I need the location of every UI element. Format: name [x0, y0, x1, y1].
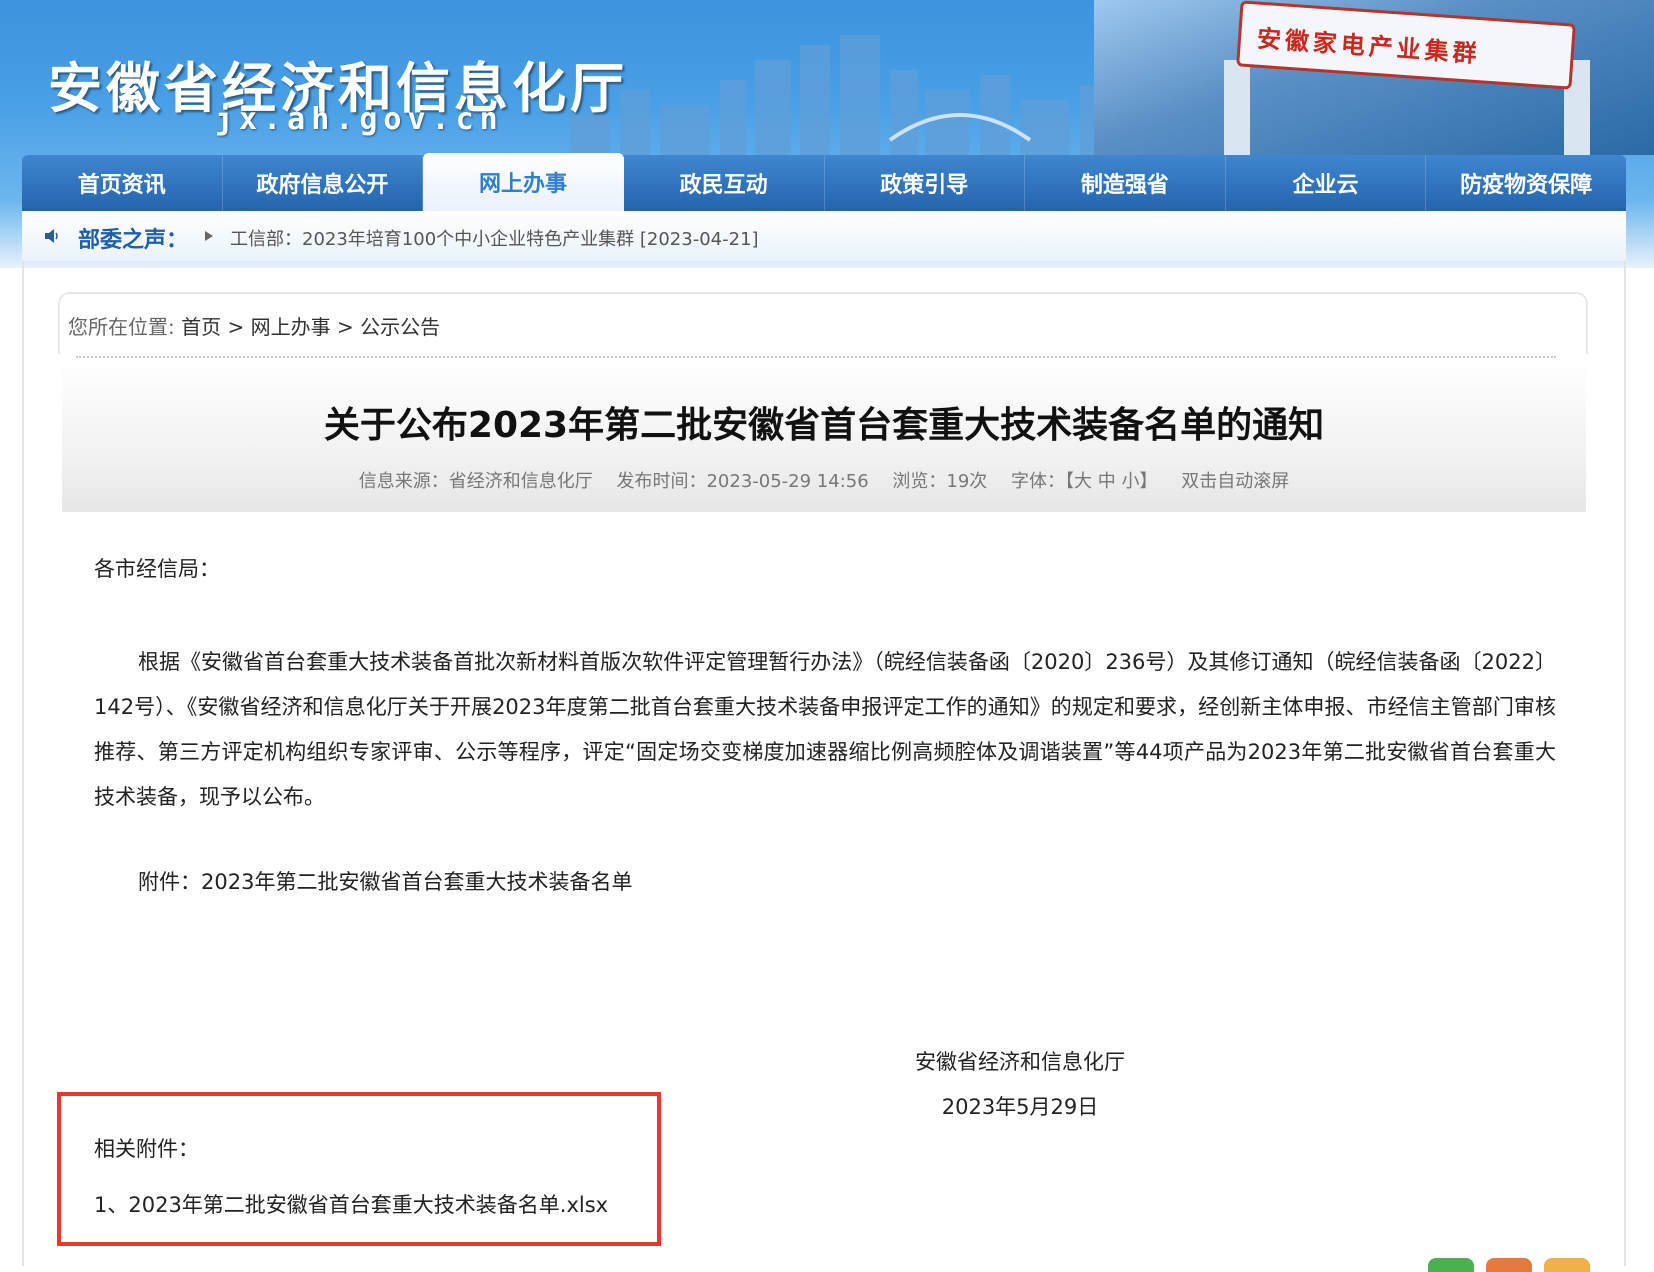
meta-views: 浏览：19次 [892, 471, 988, 492]
breadcrumb-separator: > [227, 315, 245, 339]
news-ticker: 部委之声： 工信部：2023年培育100个中小企业特色产业集群 [2023-04… [22, 211, 1626, 261]
triangle-right-icon [205, 231, 213, 241]
article-title: 关于公布2023年第二批安徽省首台套重大技术装备名单的通知 [323, 405, 1325, 446]
article-meta: 信息来源：省经济和信息化厅 发布时间：2023-05-29 14:56 浏览：1… [62, 467, 1586, 493]
page-border-right [1624, 261, 1626, 1266]
nav-item-home-news[interactable]: 首页资讯 [22, 155, 223, 211]
font-bracket-open: 【 [1065, 471, 1075, 492]
article-salutation: 各市经信局： [94, 557, 220, 581]
floating-widget-button[interactable] [1428, 1258, 1474, 1272]
breadcrumb-separator: > [336, 315, 354, 339]
breadcrumb-home[interactable]: 首页 [181, 315, 221, 339]
article-attachment-note: 附件：2023年第二批安徽省首台套重大技术装备名单 [138, 870, 633, 894]
expo-sign: 安徽家电产业集群 [1236, 0, 1576, 90]
nav-item-policy[interactable]: 政策引导 [825, 155, 1026, 211]
dotted-divider [76, 356, 1556, 358]
speaker-icon [45, 229, 58, 243]
nav-item-manufacturing[interactable]: 制造强省 [1025, 155, 1226, 211]
expo-pillar [1224, 60, 1250, 155]
font-large-button[interactable]: 大 [1074, 471, 1092, 492]
breadcrumb-online-services[interactable]: 网上办事 [251, 315, 331, 339]
autoscroll-toggle[interactable]: 双击自动滚屏 [1181, 471, 1289, 492]
attachments-highlight-box [57, 1092, 661, 1246]
ticker-label: 部委之声： [78, 228, 189, 253]
breadcrumb-prefix: 您所在位置: [68, 315, 175, 339]
breadcrumb-announcements[interactable]: 公示公告 [360, 315, 440, 339]
ticker-news-link[interactable]: 工信部：2023年培育100个中小企业特色产业集群 [2023-04-21] [230, 225, 759, 251]
font-bracket-close: 】 [1139, 471, 1158, 492]
floating-widget-button[interactable] [1486, 1258, 1532, 1272]
article-paragraph: 根据《安徽省首台套重大技术装备首批次新材料首版次软件评定管理暂行办法》（皖经信装… [94, 650, 1556, 809]
breadcrumb: 您所在位置: 首页 > 网上办事 > 公示公告 [68, 311, 440, 340]
floating-widget-button[interactable] [1544, 1258, 1590, 1272]
signature-date: 2023年5月29日 [941, 1095, 1099, 1119]
expo-photo: 安徽家电产业集群 [1094, 0, 1654, 155]
main-nav: 首页资讯 政府信息公开 网上办事 政民互动 政策引导 制造强省 企业云 防疫物资… [22, 153, 1626, 211]
meta-published: 发布时间：2023-05-29 14:56 [616, 471, 869, 492]
nav-item-enterprise-cloud[interactable]: 企业云 [1226, 155, 1427, 211]
font-medium-button[interactable]: 中 [1098, 471, 1116, 492]
site-domain: jx.ah.gov.cn [215, 102, 504, 137]
signature-organization: 安徽省经济和信息化厅 [915, 1050, 1125, 1074]
expo-sign-text: 安徽家电产业集群 [1256, 23, 1482, 69]
attachment-file-link[interactable]: 1、2023年第二批安徽省首台套重大技术装备名单.xlsx [94, 1189, 608, 1219]
meta-font-size: 字体：【大 中 小】 [1011, 471, 1163, 492]
nav-item-interaction[interactable]: 政民互动 [624, 155, 825, 211]
font-small-button[interactable]: 小 [1122, 471, 1140, 492]
nav-item-online-services[interactable]: 网上办事 [423, 153, 624, 211]
attachments-heading: 相关附件： [94, 1137, 199, 1161]
font-size-label: 字体： [1011, 471, 1066, 492]
nav-item-epidemic-supplies[interactable]: 防疫物资保障 [1426, 155, 1626, 211]
page-border-left [22, 261, 24, 1266]
meta-source: 信息来源：省经济和信息化厅 [358, 471, 593, 492]
nav-item-gov-info[interactable]: 政府信息公开 [223, 155, 424, 211]
